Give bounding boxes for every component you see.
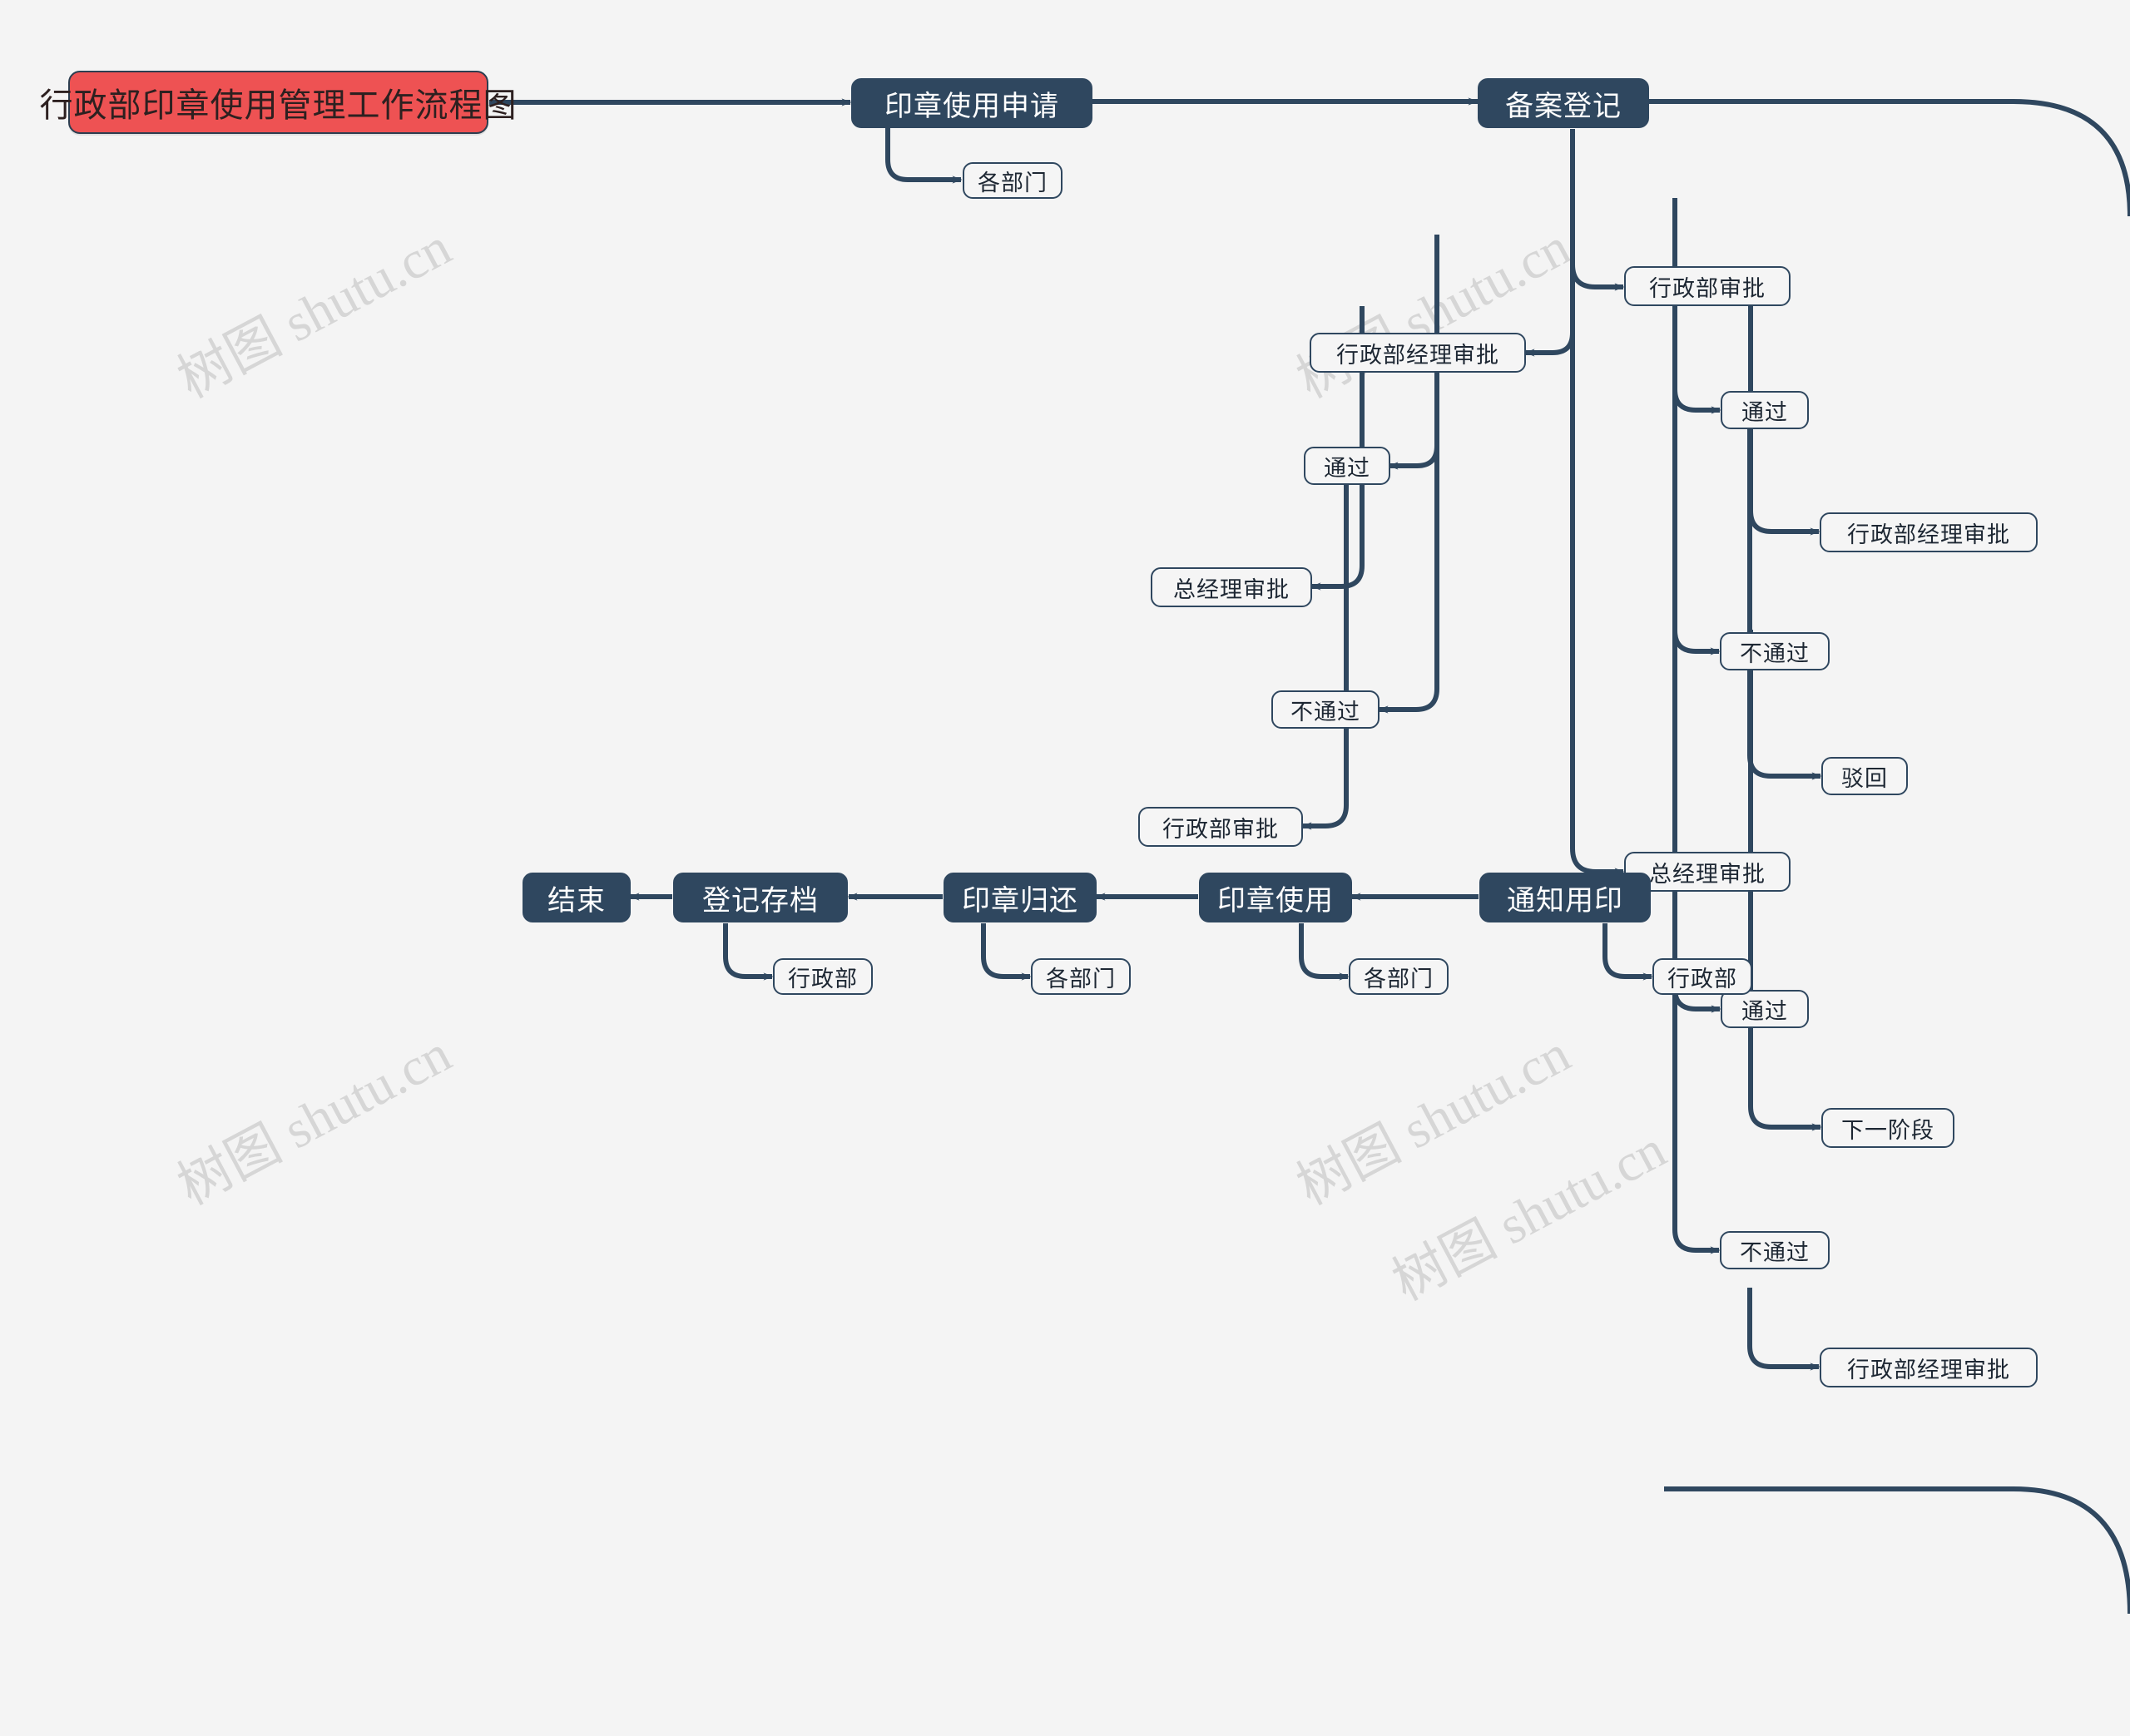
node-amr-fail-admin-review-label: 行政部审批 <box>1162 816 1279 842</box>
node-record-registration[interactable]: 备案登记 <box>1478 78 1649 128</box>
node-amr-pass-gm-review-label: 总经理审批 <box>1173 576 1290 602</box>
node-seal-return[interactable]: 印章归还 <box>944 873 1097 922</box>
node-amr-pass-label: 通过 <box>1324 455 1370 481</box>
node-end-label: 结束 <box>547 884 606 917</box>
node-end[interactable]: 结束 <box>523 873 631 922</box>
flowchart-canvas: 树图 shutu.cn 树图 shutu.cn 树图 shutu.cn 树图 s… <box>0 0 2130 1736</box>
node-record-registration-label: 备案登记 <box>1505 90 1622 122</box>
node-ar-fail[interactable]: 不通过 <box>1720 632 1830 670</box>
node-title-label: 行政部印章使用管理工作流程图 <box>39 87 518 124</box>
node-notify-admin-dept-label: 行政部 <box>1667 966 1737 992</box>
node-notify-seal-use-label: 通知用印 <box>1507 884 1623 917</box>
node-gm-fail[interactable]: 不通过 <box>1720 1231 1830 1269</box>
node-apply-departments[interactable]: 各部门 <box>963 162 1063 199</box>
node-ar-fail-reject-label: 驳回 <box>1841 765 1888 791</box>
node-admin-review-label: 行政部审批 <box>1649 275 1766 301</box>
node-layer: 行政部印章使用管理工作流程图 印章使用申请 各部门 备案登记 行政部经理审批 通… <box>0 0 2130 1736</box>
node-gm-fail-manager-review-label: 行政部经理审批 <box>1847 1357 2010 1382</box>
node-gm-review-label: 总经理审批 <box>1649 861 1766 887</box>
node-admin-manager-review[interactable]: 行政部经理审批 <box>1310 333 1526 373</box>
node-ar-pass-manager-review[interactable]: 行政部经理审批 <box>1820 512 2038 552</box>
node-amr-fail[interactable]: 不通过 <box>1271 690 1380 729</box>
node-seal-use-application[interactable]: 印章使用申请 <box>851 78 1092 128</box>
node-gm-pass[interactable]: 通过 <box>1721 990 1809 1028</box>
node-seal-use[interactable]: 印章使用 <box>1199 873 1352 922</box>
node-title[interactable]: 行政部印章使用管理工作流程图 <box>40 71 517 134</box>
node-gm-pass-next-stage[interactable]: 下一阶段 <box>1821 1108 1954 1148</box>
node-admin-review[interactable]: 行政部审批 <box>1624 266 1791 306</box>
node-admin-manager-review-label: 行政部经理审批 <box>1336 342 1499 368</box>
node-archive-registration-label: 登记存档 <box>702 884 819 917</box>
node-seal-use-application-label: 印章使用申请 <box>884 90 1059 122</box>
node-amr-fail-label: 不通过 <box>1290 699 1360 725</box>
node-archive-admin-dept[interactable]: 行政部 <box>773 958 873 995</box>
node-ar-pass-label: 通过 <box>1741 399 1788 425</box>
node-amr-pass-gm-review[interactable]: 总经理审批 <box>1151 567 1312 607</box>
node-amr-pass[interactable]: 通过 <box>1304 447 1390 485</box>
node-seal-use-label: 印章使用 <box>1217 884 1334 917</box>
node-use-departments-label: 各部门 <box>1364 966 1434 992</box>
node-archive-registration[interactable]: 登记存档 <box>673 873 848 922</box>
node-amr-fail-admin-review[interactable]: 行政部审批 <box>1138 807 1303 847</box>
node-archive-admin-dept-label: 行政部 <box>788 966 858 992</box>
node-ar-pass-manager-review-label: 行政部经理审批 <box>1847 522 2010 547</box>
node-ar-pass[interactable]: 通过 <box>1721 391 1809 429</box>
node-gm-pass-next-stage-label: 下一阶段 <box>1841 1117 1934 1143</box>
node-notify-admin-dept[interactable]: 行政部 <box>1652 958 1752 995</box>
node-use-departments[interactable]: 各部门 <box>1349 958 1449 995</box>
node-return-departments-label: 各部门 <box>1046 966 1116 992</box>
node-ar-fail-reject[interactable]: 驳回 <box>1821 757 1908 795</box>
node-notify-seal-use[interactable]: 通知用印 <box>1479 873 1651 922</box>
node-seal-return-label: 印章归还 <box>962 884 1078 917</box>
node-ar-fail-label: 不通过 <box>1740 640 1810 666</box>
node-apply-departments-label: 各部门 <box>978 170 1048 195</box>
node-gm-fail-label: 不通过 <box>1740 1239 1810 1265</box>
node-return-departments[interactable]: 各部门 <box>1031 958 1131 995</box>
node-gm-fail-manager-review[interactable]: 行政部经理审批 <box>1820 1348 2038 1387</box>
node-gm-pass-label: 通过 <box>1741 998 1788 1024</box>
